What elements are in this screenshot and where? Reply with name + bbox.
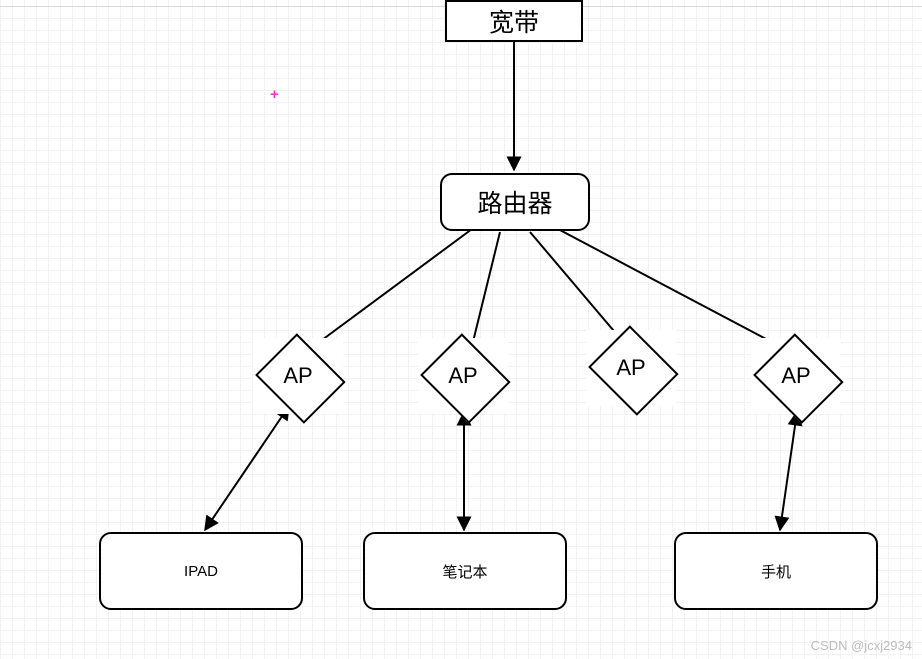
- node-label: 笔记本: [442, 561, 487, 582]
- node-label: 路由器: [477, 184, 552, 220]
- node-label: 宽带: [489, 3, 539, 39]
- edge-router-ap2: [470, 232, 500, 354]
- diagram-canvas: + 宽带 路由器 AP AP AP: [0, 0, 922, 659]
- node-phone[interactable]: 手机: [674, 532, 878, 610]
- node-router[interactable]: 路由器: [440, 173, 590, 231]
- edge-router-ap4: [558, 229, 800, 357]
- edge-ap1-ipad: [205, 406, 289, 530]
- node-laptop[interactable]: 笔记本: [363, 532, 567, 610]
- node-broadband[interactable]: 宽带: [445, 0, 583, 42]
- edge-router-ap3: [530, 232, 630, 350]
- node-label: IPAD: [184, 563, 218, 580]
- watermark-text: CSDN @jcxj2934: [811, 638, 912, 653]
- edge-router-ap1: [299, 229, 472, 357]
- node-ipad[interactable]: IPAD: [99, 532, 303, 610]
- node-label: 手机: [761, 561, 791, 582]
- edge-ap4-phone: [780, 412, 797, 530]
